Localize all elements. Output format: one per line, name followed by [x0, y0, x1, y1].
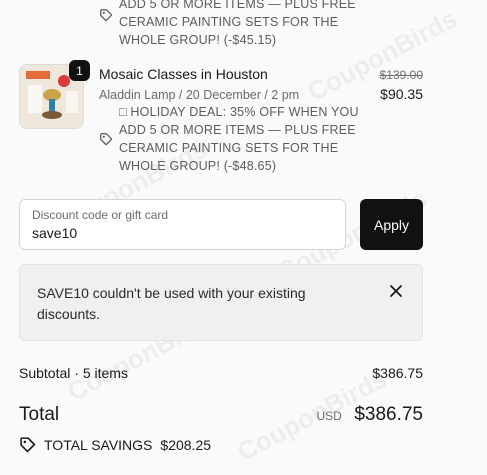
subtotal-label: Subtotal · 5 items	[19, 365, 128, 381]
close-icon[interactable]	[388, 283, 404, 299]
item-variant: Aladdin Lamp / 20 December / 2 pm	[99, 88, 300, 102]
total-savings: TOTAL SAVINGS $208.25	[19, 436, 211, 453]
discount-description: ADD 5 OR MORE ITEMS — PLUS FREE CERAMIC …	[119, 0, 356, 47]
item-discount: ADD 5 OR MORE ITEMS — PLUS FREE CERAMIC …	[99, 0, 356, 49]
discount-code-input[interactable]	[32, 225, 332, 241]
apply-button[interactable]: Apply	[360, 199, 423, 250]
savings-label: TOTAL SAVINGS	[44, 436, 153, 453]
tag-icon	[100, 133, 113, 146]
total-row: Total USD $386.75	[19, 404, 423, 426]
subtotal-value: $386.75	[372, 365, 423, 381]
discount-error-banner: SAVE10 couldn't be used with your existi…	[19, 264, 423, 341]
discounted-price: $90.35	[380, 86, 423, 102]
tag-icon	[100, 9, 113, 22]
subtotal-row: Subtotal · 5 items $386.75	[19, 365, 423, 381]
discount-code-field[interactable]: Discount code or gift card	[19, 199, 346, 250]
error-message: SAVE10 couldn't be used with your existi…	[37, 285, 306, 322]
currency-code: USD	[316, 409, 342, 423]
total-label: Total	[19, 404, 60, 425]
tag-icon	[20, 437, 36, 453]
item-discount: □ HOLIDAY DEAL: 35% OFF WHEN YOU ADD 5 O…	[99, 103, 359, 175]
discount-description: □ HOLIDAY DEAL: 35% OFF WHEN YOU ADD 5 O…	[119, 105, 359, 173]
total-value: $386.75	[354, 404, 423, 425]
original-price: $139.00	[379, 68, 423, 82]
quantity-badge: 1	[69, 60, 90, 81]
item-title: Mosaic Classes in Houston	[99, 66, 268, 82]
savings-value: $208.25	[160, 436, 212, 453]
discount-code-label: Discount code or gift card	[32, 208, 169, 222]
